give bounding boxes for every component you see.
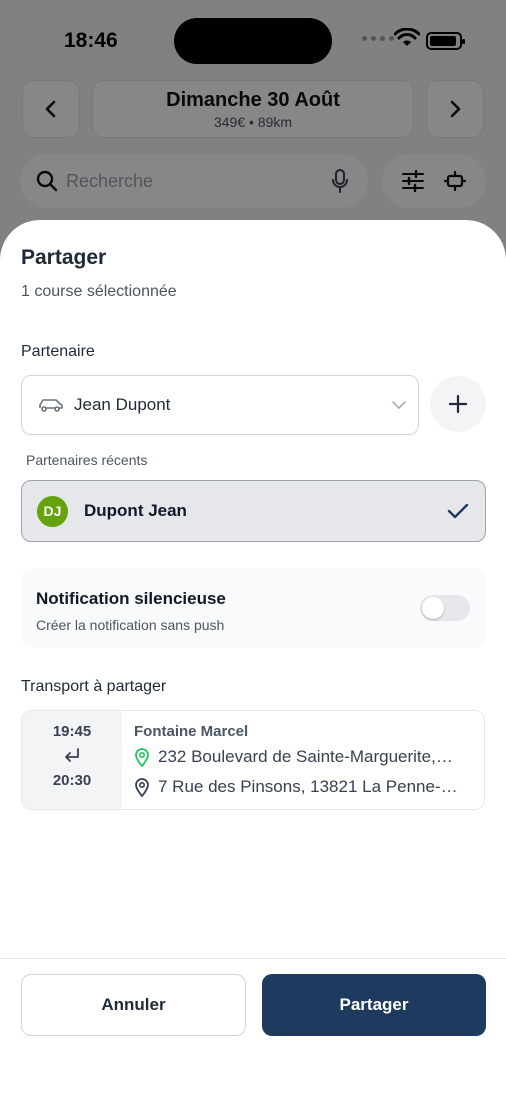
silent-notification-toggle[interactable] [420, 595, 470, 621]
footer-divider [0, 958, 506, 959]
transport-times: 19:45 20:30 [22, 711, 122, 809]
share-button[interactable]: Partager [262, 974, 486, 1036]
dropoff-address-row: 7 Rue des Pinsons, 13821 La Penne-… [134, 777, 480, 797]
silent-notification-title: Notification silencieuse [36, 589, 226, 608]
partner-select[interactable]: Jean Dupont [21, 375, 419, 435]
partner-select-value: Jean Dupont [74, 395, 171, 414]
transport-label: Transport à partager [21, 678, 167, 695]
recent-partners-label: Partenaires récents [26, 452, 148, 468]
passenger-name: Fontaine Marcel [134, 723, 249, 740]
pickup-pin-icon [135, 748, 149, 767]
cancel-button[interactable]: Annuler [21, 974, 246, 1036]
sheet-title: Partager [21, 246, 107, 269]
silent-notification-description: Créer la notification sans push [36, 617, 225, 633]
start-time: 19:45 [52, 723, 92, 740]
dropoff-pin-icon [135, 778, 149, 797]
transport-card[interactable]: 19:45 20:30 Fontaine Marcel 232 Boulevar… [21, 710, 485, 810]
silent-notification-row: Notification silencieuse Créer la notifi… [21, 568, 486, 648]
return-arrow-icon [65, 748, 79, 762]
sheet-subtitle: 1 course sélectionnée [21, 283, 177, 300]
recent-partner-name: Dupont Jean [84, 501, 187, 520]
avatar: DJ [37, 495, 68, 527]
plus-icon [449, 395, 467, 413]
checkmark-icon [447, 503, 469, 519]
partner-label: Partenaire [21, 343, 95, 360]
share-sheet: Partager 1 course sélectionnée Partenair… [0, 220, 506, 1100]
recent-partner-item[interactable]: DJ Dupont Jean [21, 480, 486, 542]
add-partner-button[interactable] [430, 376, 486, 432]
dropoff-address: 7 Rue des Pinsons, 13821 La Penne-… [158, 777, 458, 796]
end-time: 20:30 [52, 772, 92, 789]
toggle-knob [422, 597, 444, 619]
pickup-address-row: 232 Boulevard de Sainte-Marguerite,… [134, 747, 480, 767]
chevron-down-icon [392, 401, 406, 409]
pickup-address: 232 Boulevard de Sainte-Marguerite,… [158, 747, 453, 766]
car-icon [39, 399, 63, 412]
